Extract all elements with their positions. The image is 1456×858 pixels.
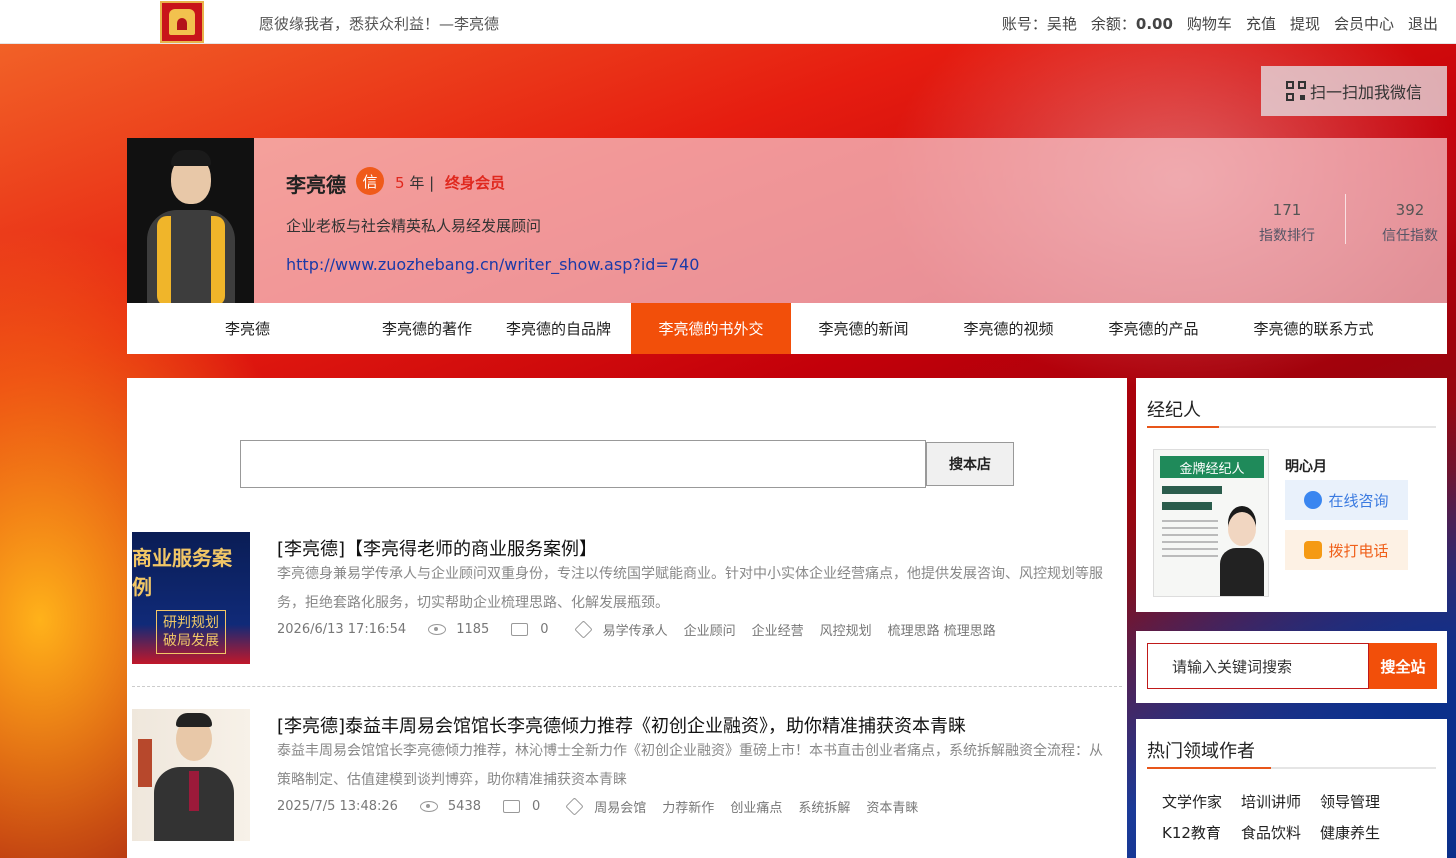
view-count: 5438 [447,799,481,814]
article-date: 2025/7/5 13:48:26 [277,799,398,814]
category-item[interactable]: 文学作家 [1162,791,1241,812]
tag[interactable]: 企业经营 [752,620,804,639]
balance: 余额：0.00 [1090,15,1173,33]
article-thumbnail[interactable] [132,709,250,841]
profile-url[interactable]: http://www.zuozhebang.cn/writer_show.asp… [286,255,699,274]
user-bar: 账号：吴艳 余额：0.00 购物车 充值 提现 会员中心 退出 [1002,13,1438,34]
agent-poster[interactable]: 金牌经纪人 [1153,449,1269,597]
site-logo[interactable] [160,1,204,43]
category-item[interactable]: 健康养生 [1320,822,1399,843]
site-search-input[interactable]: 请输入关键词搜索 [1147,643,1369,689]
view-count: 1185 [456,622,490,637]
slogan: 愿彼缘我者，悉获众利益！—李亮德 [259,15,500,33]
verified-badge: 信 [356,167,384,195]
member-years: 5 年 | [395,174,435,192]
article-date: 2026/6/13 17:16:54 [277,622,407,637]
poster-banner: 金牌经纪人 [1160,456,1264,478]
thumb-title: 商业服务案例 [132,545,232,599]
phone-icon [1304,541,1323,559]
comment-icon [503,800,520,813]
tag[interactable]: 资本青睐 [866,797,918,816]
tag[interactable]: 梳理思路 梳理思路 [888,620,996,639]
member-level: 终身会员 [445,174,506,192]
call-button[interactable]: 拨打电话 [1285,530,1408,570]
tab-contact[interactable]: 李亮德的联系方式 [1226,303,1401,354]
account-label: 账号：吴艳 [1001,15,1077,33]
tab-brand[interactable]: 李亮德的自品牌 [486,303,631,354]
category-list: 文学作家 培训讲师 领导管理 K12教育 食品饮料 健康养生 [1162,791,1442,853]
tag[interactable]: 系统拆解 [798,797,850,816]
comment-icon [511,623,529,636]
title-underline [1147,767,1436,769]
store-search-button[interactable]: 搜本店 [926,442,1014,486]
category-item[interactable]: K12教育 [1162,822,1241,843]
cart-link[interactable]: 购物车 [1187,13,1232,34]
main-content: 搜本店 商业服务案例 研判规划 破局发展 [李亮德]【李亮得老师的商业服务案例】 … [127,378,1127,858]
agent-panel-title: 经纪人 [1147,400,1201,421]
recharge-link[interactable]: 充值 [1246,13,1276,34]
balance-value: 0.00 [1135,15,1173,33]
comment-count: 0 [532,799,541,814]
profile-description: 企业老板与社会精英私人易经发展顾问 [286,217,542,235]
agent-name: 明心月 [1285,459,1327,475]
temple-icon [169,9,195,35]
eye-icon [428,624,447,635]
profile-nav: 李亮德 李亮德的著作 李亮德的自品牌 李亮德的书外交 李亮德的新闻 李亮德的视频… [127,303,1447,354]
stat-divider [1345,194,1346,244]
article-summary: 李亮德身兼易学传承人与企业顾问双重身份，专注以传统国学赋能商业。针对中小实体企业… [277,566,1103,611]
category-item[interactable]: 食品饮料 [1241,822,1320,843]
avatar [127,138,254,303]
tag[interactable]: 风控规划 [820,620,872,639]
tag[interactable]: 创业痛点 [730,797,782,816]
tab-videos[interactable]: 李亮德的视频 [936,303,1081,354]
eye-icon [419,801,438,812]
article-thumbnail[interactable]: 商业服务案例 研判规划 破局发展 [132,532,250,664]
wechat-scan-label: 扫一扫加我微信 [1309,83,1422,102]
trust-stat: 392 信任指数 [1382,201,1438,244]
site-search-button[interactable]: 搜全站 [1369,643,1437,689]
logout-link[interactable]: 退出 [1408,13,1438,34]
site-search-panel: 请输入关键词搜索 搜全站 [1136,631,1447,703]
withdraw-link[interactable]: 提现 [1290,13,1320,34]
tag[interactable]: 易学传承人 [603,620,668,639]
tag[interactable]: 力荐新作 [662,797,714,816]
tag-icon [565,797,584,816]
thumb-subtitle: 研判规划 破局发展 [156,609,226,655]
tag[interactable]: 企业顾问 [684,620,736,639]
profile-name: 李亮德 [286,173,346,197]
title-underline [1147,426,1436,428]
profile-card: 李亮德 信 5 年 | 终身会员 企业老板与社会精英私人易经发展顾问 http:… [127,138,1447,303]
tab-works[interactable]: 李亮德的著作 [251,303,486,354]
chat-icon [1304,491,1323,509]
tab-book-diplomacy[interactable]: 李亮德的书外交 [631,303,791,354]
hot-authors-title: 热门领域作者 [1147,741,1255,762]
category-item[interactable]: 培训讲师 [1241,791,1320,812]
article-meta: 2025/7/5 13:48:26 5438 0 周易会馆 力荐新作 创业痛点 … [277,797,934,816]
tag-icon [573,620,593,639]
store-search-input[interactable] [240,440,926,488]
article-divider [132,686,1122,687]
comment-count: 0 [540,622,549,637]
wechat-scan-button[interactable]: 扫一扫加我微信 [1261,66,1447,116]
tag[interactable]: 周易会馆 [594,797,646,816]
article-summary: 泰益丰周易会馆馆长李亮德倾力推荐，林沁博士全新力作《初创企业融资》重磅上市！本书… [277,743,1103,788]
rank-stat: 171 指数排行 [1259,201,1315,244]
article-title[interactable]: [李亮德]泰益丰周易会馆馆长李亮德倾力推荐《初创企业融资》，助你精准捕获资本青睐 [277,712,966,738]
hot-authors-panel: 热门领域作者 文学作家 培训讲师 领导管理 K12教育 食品饮料 健康养生 [1136,719,1447,858]
qr-code-icon [1285,81,1306,101]
top-bar: 愿彼缘我者，悉获众利益！—李亮德 账号：吴艳 余额：0.00 购物车 充值 提现… [0,0,1456,44]
member-center-link[interactable]: 会员中心 [1334,13,1394,34]
category-item[interactable]: 领导管理 [1320,791,1399,812]
agent-panel: 经纪人 金牌经纪人 明心月 在线咨询 拨打电话 [1136,378,1447,612]
online-consult-button[interactable]: 在线咨询 [1285,480,1408,520]
article-meta: 2026/6/13 17:16:54 1185 0 易学传承人 企业顾问 企业经… [277,620,1012,639]
article-title[interactable]: [李亮德]【李亮得老师的商业服务案例】 [277,535,597,561]
tab-news[interactable]: 李亮德的新闻 [791,303,936,354]
tab-products[interactable]: 李亮德的产品 [1081,303,1226,354]
